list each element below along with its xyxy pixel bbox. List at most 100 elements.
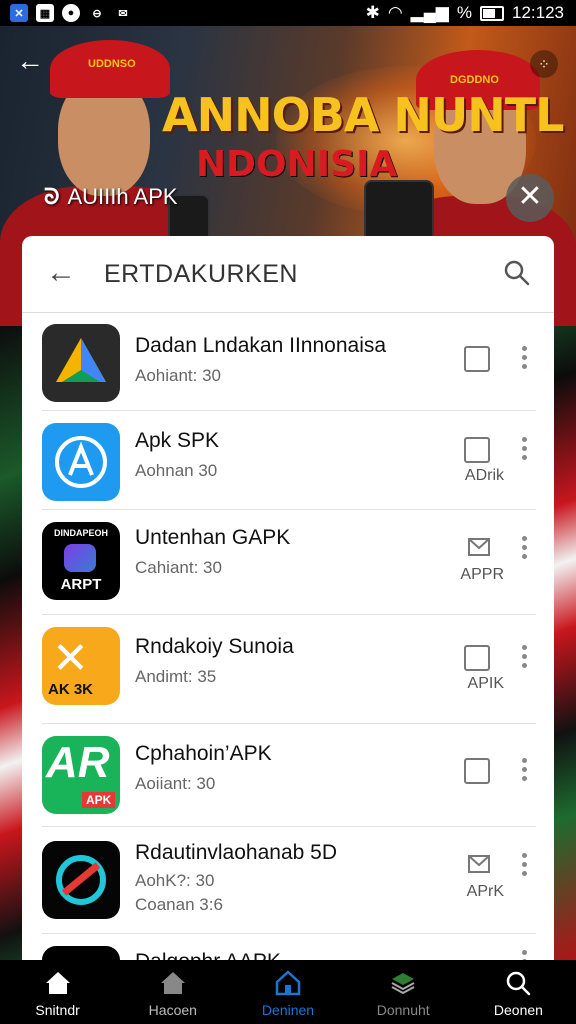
list-item[interactable]: Dadan Lndakan IInnonaisa Aohiant: 30	[42, 312, 536, 411]
nav-apps[interactable]: Hacoen	[115, 960, 230, 1024]
search-icon	[507, 971, 531, 996]
logo-shape	[64, 544, 96, 572]
app-store-icon	[55, 436, 107, 488]
battery-percent: %	[456, 3, 472, 22]
nav-search[interactable]: Deonen	[461, 960, 576, 1024]
mail-icon[interactable]	[468, 538, 490, 556]
nav-active[interactable]: Deninen	[230, 960, 345, 1024]
app-name: Cphahoin’APK	[135, 742, 272, 765]
app-name: Dadan Lndakan IInnonaisa	[135, 334, 387, 357]
gallery-notification-icon: ▦	[36, 4, 54, 22]
settings-icon: ⁘	[538, 56, 550, 72]
app-meta: Aohnan 30	[135, 461, 218, 480]
x-logo-icon: ✕	[52, 633, 89, 684]
search-input[interactable]: ERTDAKURKEN	[104, 260, 298, 289]
sync-notification-icon: ⊖	[92, 7, 102, 20]
app-name: Apk SPK	[135, 429, 220, 452]
app-meta: Aohiant: 30	[135, 366, 222, 385]
wifi-icon: ◠	[387, 3, 403, 22]
nav-layers[interactable]: Donnuht	[346, 960, 461, 1024]
action-label[interactable]: ADrik	[465, 467, 504, 485]
app-icon	[42, 324, 120, 402]
more-options-icon[interactable]	[522, 346, 528, 370]
bluetooth-icon: ✱	[365, 3, 380, 22]
arrow-left-icon: ←	[46, 256, 76, 289]
more-options-icon[interactable]	[522, 645, 528, 669]
layers-icon	[391, 973, 415, 995]
clock: 12:123	[512, 3, 564, 22]
list-item[interactable]: Apk SPK Aohnan 30 ADrik	[42, 411, 536, 510]
search-bar: ← ERTDAKURKEN	[22, 236, 554, 313]
app-icon	[42, 841, 120, 919]
app-meta: Cahiant: 30	[135, 558, 222, 577]
banner-subtitle: NDONISIA	[196, 144, 398, 185]
list-item[interactable]: DINDAPEOH ARPT Untenhan GAPK Cahiant: 30…	[42, 510, 536, 615]
app-icon: AR APK	[42, 736, 120, 814]
more-options-icon[interactable]	[522, 853, 528, 877]
search-panel: ← ERTDAKURKEN Dadan Lndakan IInnonaisa A…	[22, 236, 554, 976]
nav-home[interactable]: Snitndr	[0, 960, 115, 1024]
icon-bottom-text: AK 3K	[48, 681, 94, 698]
app-meta: AohK?: 30	[135, 871, 215, 890]
more-options-icon[interactable]	[522, 536, 528, 560]
app-name: Untenhan GAPK	[135, 526, 291, 549]
app-meta-secondary: Coanan 3:6	[135, 895, 223, 914]
save-icon[interactable]	[464, 645, 490, 671]
ring-logo-icon	[56, 855, 106, 905]
icon-bottom-text: ARPT	[60, 576, 102, 593]
signal-icon: ▂▄▆	[410, 3, 449, 22]
app-name: Rndakoiy Sunoia	[135, 635, 294, 658]
status-bar: ✕ ▦ ● ⊖ ✉ ✱ ◠ ▂▄▆ % 12:123	[0, 0, 576, 26]
search-back-button[interactable]: ←	[46, 256, 76, 290]
banner-title: ANNOBA NUNTL	[162, 88, 564, 142]
app-icon: ✕ AK 3K	[42, 627, 120, 705]
notification-icons: ✕ ▦ ● ⊖ ✉	[10, 4, 132, 22]
bottom-navigation: Snitndr Hacoen Deninen Donnuht Deonen	[0, 960, 576, 1024]
home-outline-icon	[275, 970, 301, 996]
nav-label: Hacoen	[148, 1002, 197, 1018]
messenger-notification-icon: ●	[62, 4, 80, 22]
cap-logo-left: UDDNSO	[88, 58, 136, 70]
close-icon: ✕	[517, 180, 543, 213]
nav-label: Deninen	[261, 1002, 315, 1018]
app-icon: DINDAPEOH ARPT	[42, 522, 120, 600]
icon-top-text: DINDAPEOH	[53, 528, 108, 538]
save-icon[interactable]	[464, 346, 490, 372]
brand-name: AUIIIh APK	[67, 184, 178, 209]
brand-logo-icon: ᘐ	[44, 184, 60, 209]
list-item[interactable]: AR APK Cphahoin’APK Aoiiant: 30	[42, 724, 536, 827]
nav-label: Donnuht	[376, 1002, 430, 1018]
more-options-icon[interactable]	[522, 758, 528, 782]
mail-icon[interactable]	[468, 855, 490, 873]
home-icon	[45, 972, 70, 994]
save-icon[interactable]	[464, 758, 490, 784]
save-icon[interactable]	[464, 437, 490, 463]
brand-label: ᘐ AUIIIh APK	[44, 184, 178, 210]
search-icon[interactable]	[504, 260, 530, 286]
banner-menu-button[interactable]: ⁘	[530, 50, 558, 78]
nav-label: Deonen	[493, 1002, 543, 1018]
app-list: Dadan Lndakan IInnonaisa Aohiant: 30 Apk…	[22, 312, 554, 976]
action-label[interactable]: APIK	[468, 675, 504, 693]
icon-main-text: AR	[46, 738, 110, 787]
icon-badge: APK	[82, 792, 116, 808]
mail-notification-icon: ✉	[118, 7, 128, 20]
close-button[interactable]: ✕	[506, 174, 554, 222]
app-notification-icon: ✕	[10, 4, 28, 22]
list-item[interactable]: ✕ AK 3K Rndakoiy Sunoia Andimt: 35 APIK	[42, 615, 536, 724]
battery-icon	[480, 5, 504, 21]
triangle-logo-icon	[56, 338, 106, 382]
action-label[interactable]: APPR	[460, 566, 504, 584]
app-meta: Aoiiant: 30	[135, 774, 216, 793]
back-button[interactable]: ←	[16, 46, 48, 78]
list-item[interactable]: Rdautinvlaohanab 5D AohK?: 30 Coanan 3:6…	[42, 827, 536, 934]
house-icon	[160, 972, 185, 994]
arrow-left-icon: ←	[16, 45, 44, 76]
app-icon	[42, 423, 120, 501]
app-meta: Andimt: 35	[135, 667, 217, 686]
cap-logo-right: DGDDNO	[450, 74, 499, 86]
nav-label: Snitndr	[35, 1002, 80, 1018]
app-name: Rdautinvlaohanab 5D	[135, 841, 337, 864]
more-options-icon[interactable]	[522, 437, 528, 461]
action-label[interactable]: APrK	[467, 883, 504, 901]
